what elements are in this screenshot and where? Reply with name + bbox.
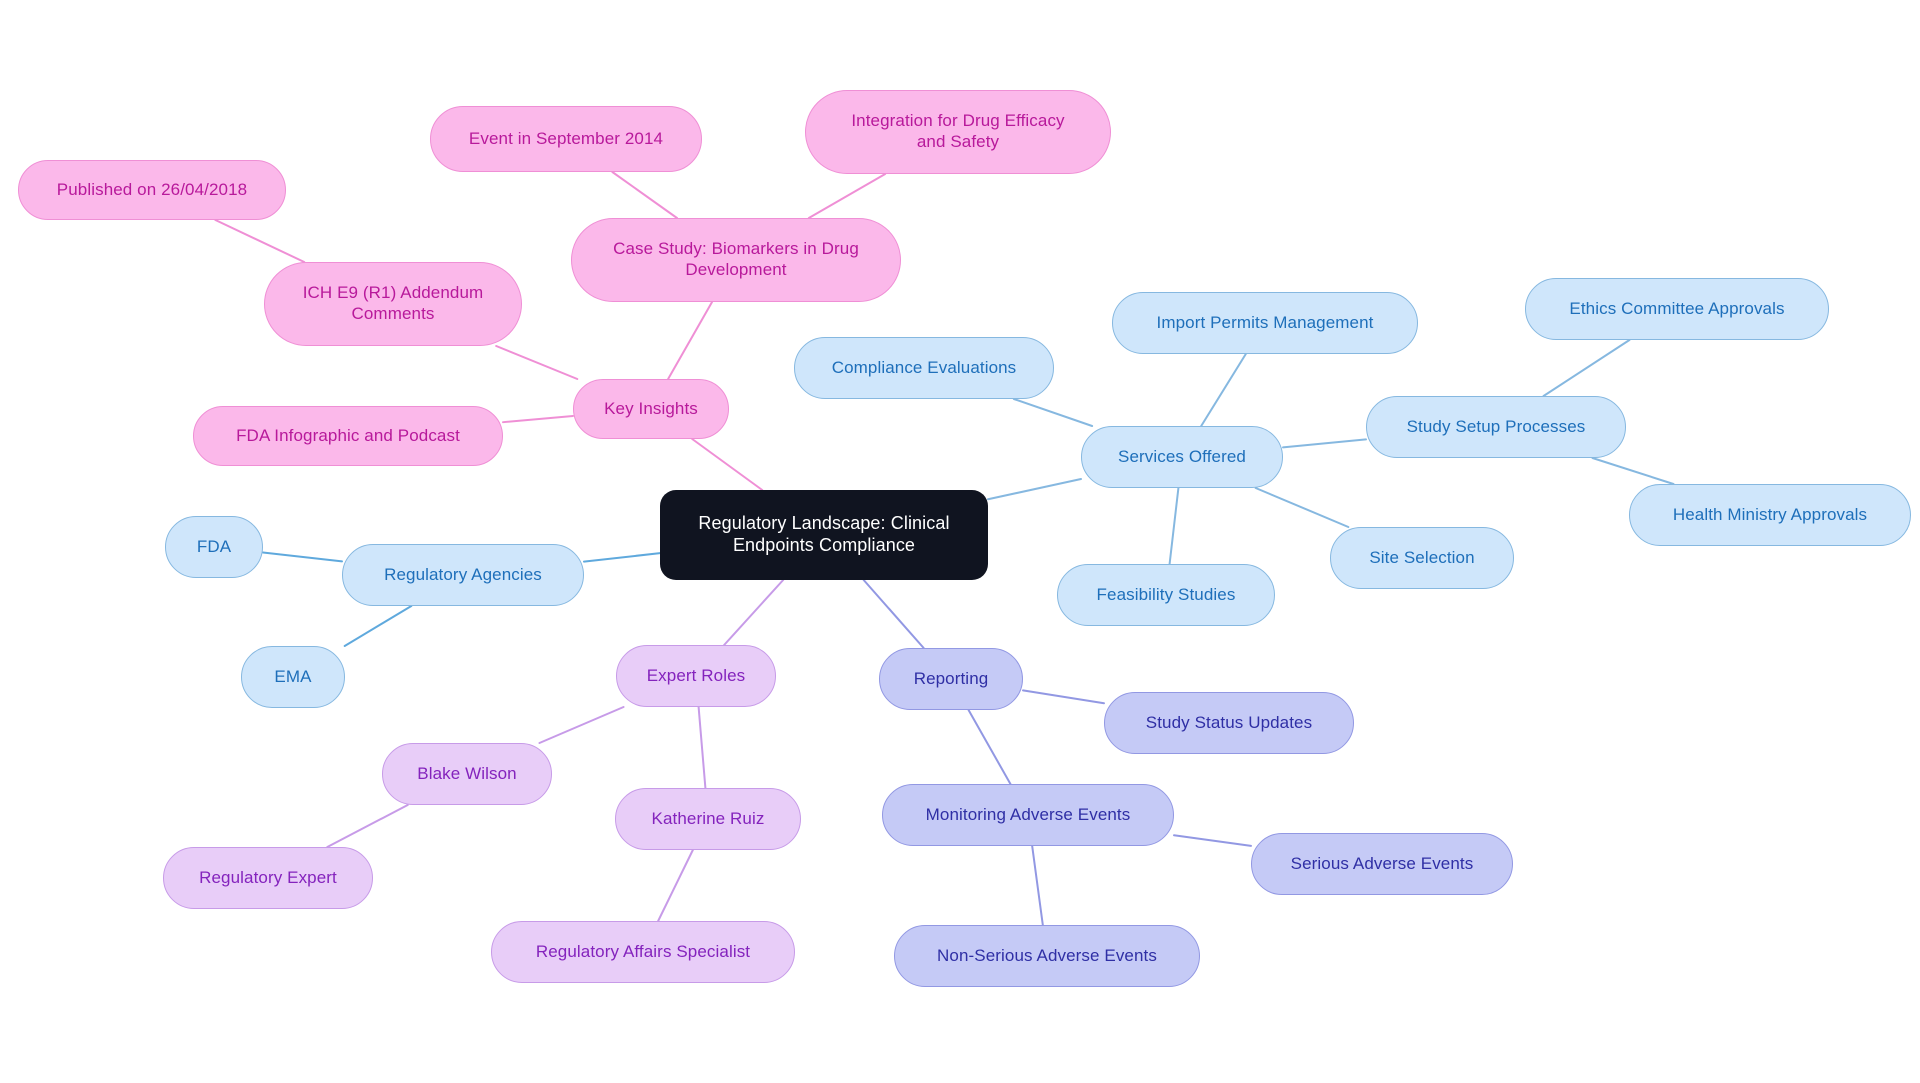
mindmap-node-ich-e9-addendum[interactable]: ICH E9 (R1) Addendum Comments [264, 262, 522, 346]
mindmap-edge-key-insights-to-case-study-biomarkers [667, 301, 714, 380]
mindmap-node-integration-drug-efficacy[interactable]: Integration for Drug Efficacy and Safety [805, 90, 1111, 174]
mindmap-node-published[interactable]: Published on 26/04/2018 [18, 160, 286, 220]
mindmap-node-event-sept-2014[interactable]: Event in September 2014 [430, 106, 702, 172]
mindmap-node-ema[interactable]: EMA [241, 646, 345, 708]
mindmap-edge-expert-roles-to-blake-wilson [538, 706, 625, 744]
mindmap-edge-monitoring-adverse-events-to-serious-adverse-events [1173, 834, 1252, 847]
mindmap-node-katherine-ruiz[interactable]: Katherine Ruiz [615, 788, 801, 850]
mindmap-edge-study-setup-processes-to-health-ministry-approvals [1591, 457, 1675, 485]
mindmap-node-feasibility-studies[interactable]: Feasibility Studies [1057, 564, 1275, 626]
mindmap-edge-reporting-to-monitoring-adverse-events [967, 709, 1012, 785]
mindmap-edge-services-offered-to-feasibility-studies [1168, 487, 1180, 565]
mindmap-edge-reporting-to-study-status-updates [1022, 689, 1105, 705]
mindmap-edge-root-to-services-offered [987, 478, 1082, 501]
mindmap-node-root[interactable]: Regulatory Landscape: Clinical Endpoints… [660, 490, 988, 580]
mindmap-edge-services-offered-to-study-setup-processes [1282, 438, 1367, 449]
mindmap-node-regulatory-agencies[interactable]: Regulatory Agencies [342, 544, 584, 606]
mindmap-node-services-offered[interactable]: Services Offered [1081, 426, 1283, 488]
mindmap-node-site-selection[interactable]: Site Selection [1330, 527, 1514, 589]
mindmap-node-fda[interactable]: FDA [165, 516, 263, 578]
mindmap-canvas: Regulatory Landscape: Clinical Endpoints… [0, 0, 1920, 1083]
mindmap-node-fda-infographic-podcast[interactable]: FDA Infographic and Podcast [193, 406, 503, 466]
mindmap-node-non-serious-adverse-events[interactable]: Non-Serious Adverse Events [894, 925, 1200, 987]
mindmap-edge-key-insights-to-ich-e9-addendum [495, 345, 579, 380]
mindmap-node-study-setup-processes[interactable]: Study Setup Processes [1366, 396, 1626, 458]
mindmap-edge-regulatory-agencies-to-fda [262, 551, 343, 563]
mindmap-edge-root-to-reporting [862, 579, 925, 649]
mindmap-edge-root-to-regulatory-agencies [583, 552, 661, 563]
mindmap-edge-blake-wilson-to-regulatory-expert [326, 804, 409, 848]
mindmap-edge-monitoring-adverse-events-to-non-serious-adverse-events [1031, 845, 1044, 926]
mindmap-node-case-study-biomarkers[interactable]: Case Study: Biomarkers in Drug Developme… [571, 218, 901, 302]
mindmap-edge-root-to-expert-roles [723, 579, 785, 646]
mindmap-node-monitoring-adverse-events[interactable]: Monitoring Adverse Events [882, 784, 1174, 846]
mindmap-node-ethics-committee-approvals[interactable]: Ethics Committee Approvals [1525, 278, 1829, 340]
mindmap-node-key-insights[interactable]: Key Insights [573, 379, 729, 439]
mindmap-edge-services-offered-to-compliance-evaluations [1012, 398, 1094, 427]
mindmap-edge-regulatory-agencies-to-ema [343, 605, 413, 647]
mindmap-edge-ich-e9-addendum-to-published [214, 219, 306, 263]
mindmap-node-reporting[interactable]: Reporting [879, 648, 1023, 710]
mindmap-edge-root-to-key-insights [691, 438, 764, 491]
mindmap-node-import-permits-management[interactable]: Import Permits Management [1112, 292, 1418, 354]
mindmap-node-study-status-updates[interactable]: Study Status Updates [1104, 692, 1354, 754]
mindmap-edge-services-offered-to-site-selection [1254, 487, 1350, 528]
mindmap-node-expert-roles[interactable]: Expert Roles [616, 645, 776, 707]
mindmap-node-regulatory-affairs-specialist[interactable]: Regulatory Affairs Specialist [491, 921, 795, 983]
mindmap-node-regulatory-expert[interactable]: Regulatory Expert [163, 847, 373, 909]
mindmap-node-blake-wilson[interactable]: Blake Wilson [382, 743, 552, 805]
mindmap-edge-case-study-biomarkers-to-integration-drug-efficacy [807, 173, 887, 219]
mindmap-edge-study-setup-processes-to-ethics-committee-approvals [1542, 339, 1631, 397]
mindmap-node-compliance-evaluations[interactable]: Compliance Evaluations [794, 337, 1054, 399]
mindmap-edge-expert-roles-to-katherine-ruiz [697, 706, 707, 789]
mindmap-node-health-ministry-approvals[interactable]: Health Ministry Approvals [1629, 484, 1911, 546]
mindmap-edge-key-insights-to-fda-infographic-podcast [502, 414, 574, 424]
mindmap-edge-case-study-biomarkers-to-event-sept-2014 [611, 171, 678, 219]
mindmap-node-serious-adverse-events[interactable]: Serious Adverse Events [1251, 833, 1513, 895]
mindmap-edge-katherine-ruiz-to-regulatory-affairs-specialist [657, 849, 694, 922]
mindmap-edge-services-offered-to-import-permits-management [1200, 353, 1247, 427]
